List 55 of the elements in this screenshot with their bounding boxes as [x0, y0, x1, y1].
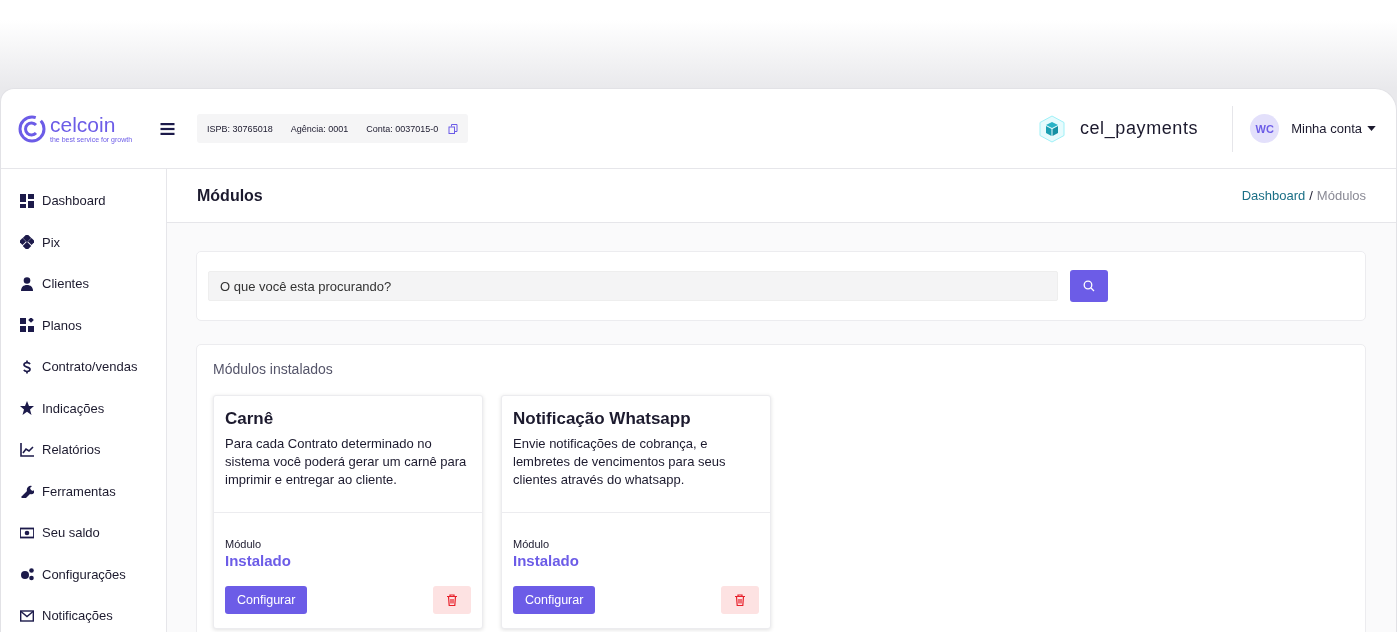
account-info-text: Agência: 0001 [290, 123, 349, 134]
configure-button[interactable]: Configurar [225, 586, 308, 614]
copy-icon[interactable] [448, 123, 459, 134]
brand-name: celcoin [50, 113, 117, 136]
logo-icon [17, 113, 47, 144]
dashboard-icon [20, 193, 34, 208]
module-name: Notificação Whatsapp [513, 409, 692, 429]
status-text: Instalado [225, 552, 292, 569]
search-button[interactable] [1070, 270, 1108, 302]
banknote-icon [20, 525, 34, 540]
sidebar-item[interactable]: Ferramentas [1, 470, 166, 512]
chart-icon [20, 442, 34, 457]
account-info-text: Conta: 0037015-0 [366, 123, 439, 134]
user-icon [20, 276, 34, 291]
cube-icon [1037, 114, 1066, 143]
grid-icon [20, 318, 34, 333]
breadcrumb-current: Módulos [1316, 188, 1366, 203]
account-menu-button[interactable]: Minha conta [1291, 121, 1376, 136]
sidebar-item[interactable]: Indicações [1, 387, 166, 429]
breadcrumb-link[interactable]: Dashboard [1241, 188, 1306, 203]
page-title: Módulos [197, 186, 263, 205]
trash-icon [446, 594, 458, 606]
dollar-icon [20, 359, 34, 374]
status-label: Módulo [225, 538, 263, 550]
delete-button[interactable] [721, 586, 759, 614]
sidebar-item[interactable]: Contrato/vendas [1, 346, 166, 388]
search-field[interactable]: O que você esta procurando? [208, 271, 1058, 301]
caret-icon [1367, 126, 1376, 131]
envelope-icon [20, 608, 34, 623]
delete-button[interactable] [433, 586, 471, 614]
search-icon [1083, 280, 1095, 292]
module-description: Para cada Contrato determinado no sistema você poderá gerar um carnê para imprimir e entregar ao cliente. [225, 435, 468, 489]
sidebar-item[interactable]: Dashboard [1, 180, 166, 222]
account-info-text: ISPB: 30765018 [207, 123, 273, 134]
trash-icon [734, 594, 746, 606]
sidebar-item[interactable]: Seu saldo [1, 512, 166, 554]
breadcrumb-separator: / [1309, 188, 1313, 203]
sidebar-item[interactable]: Relatórios [1, 429, 166, 471]
user-avatar: WC [1250, 114, 1280, 143]
sidebar-item[interactable]: Pix [1, 221, 166, 263]
app-name: cel_payments [1079, 118, 1199, 139]
sidebar-item[interactable]: Configurações [1, 553, 166, 595]
sidebar-item[interactable]: Clientes [1, 263, 166, 305]
sidebar-item[interactable]: Planos [1, 304, 166, 346]
wrench-icon [20, 484, 34, 499]
star-icon [20, 401, 34, 416]
menu-icon[interactable] [160, 122, 176, 135]
module-description: Envie notificações de cobrança, e lembretes de vencimentos para seus clientes através do whatsapp. [513, 435, 727, 489]
diamond-icon [20, 235, 34, 250]
status-text: Instalado [513, 552, 580, 569]
configure-button[interactable]: Configurar [513, 586, 596, 614]
module-name: Carnê [225, 409, 275, 429]
status-label: Módulo [513, 538, 551, 550]
sidebar-item[interactable]: Notificações [1, 595, 166, 632]
section-title: Módulos instalados [213, 361, 334, 377]
